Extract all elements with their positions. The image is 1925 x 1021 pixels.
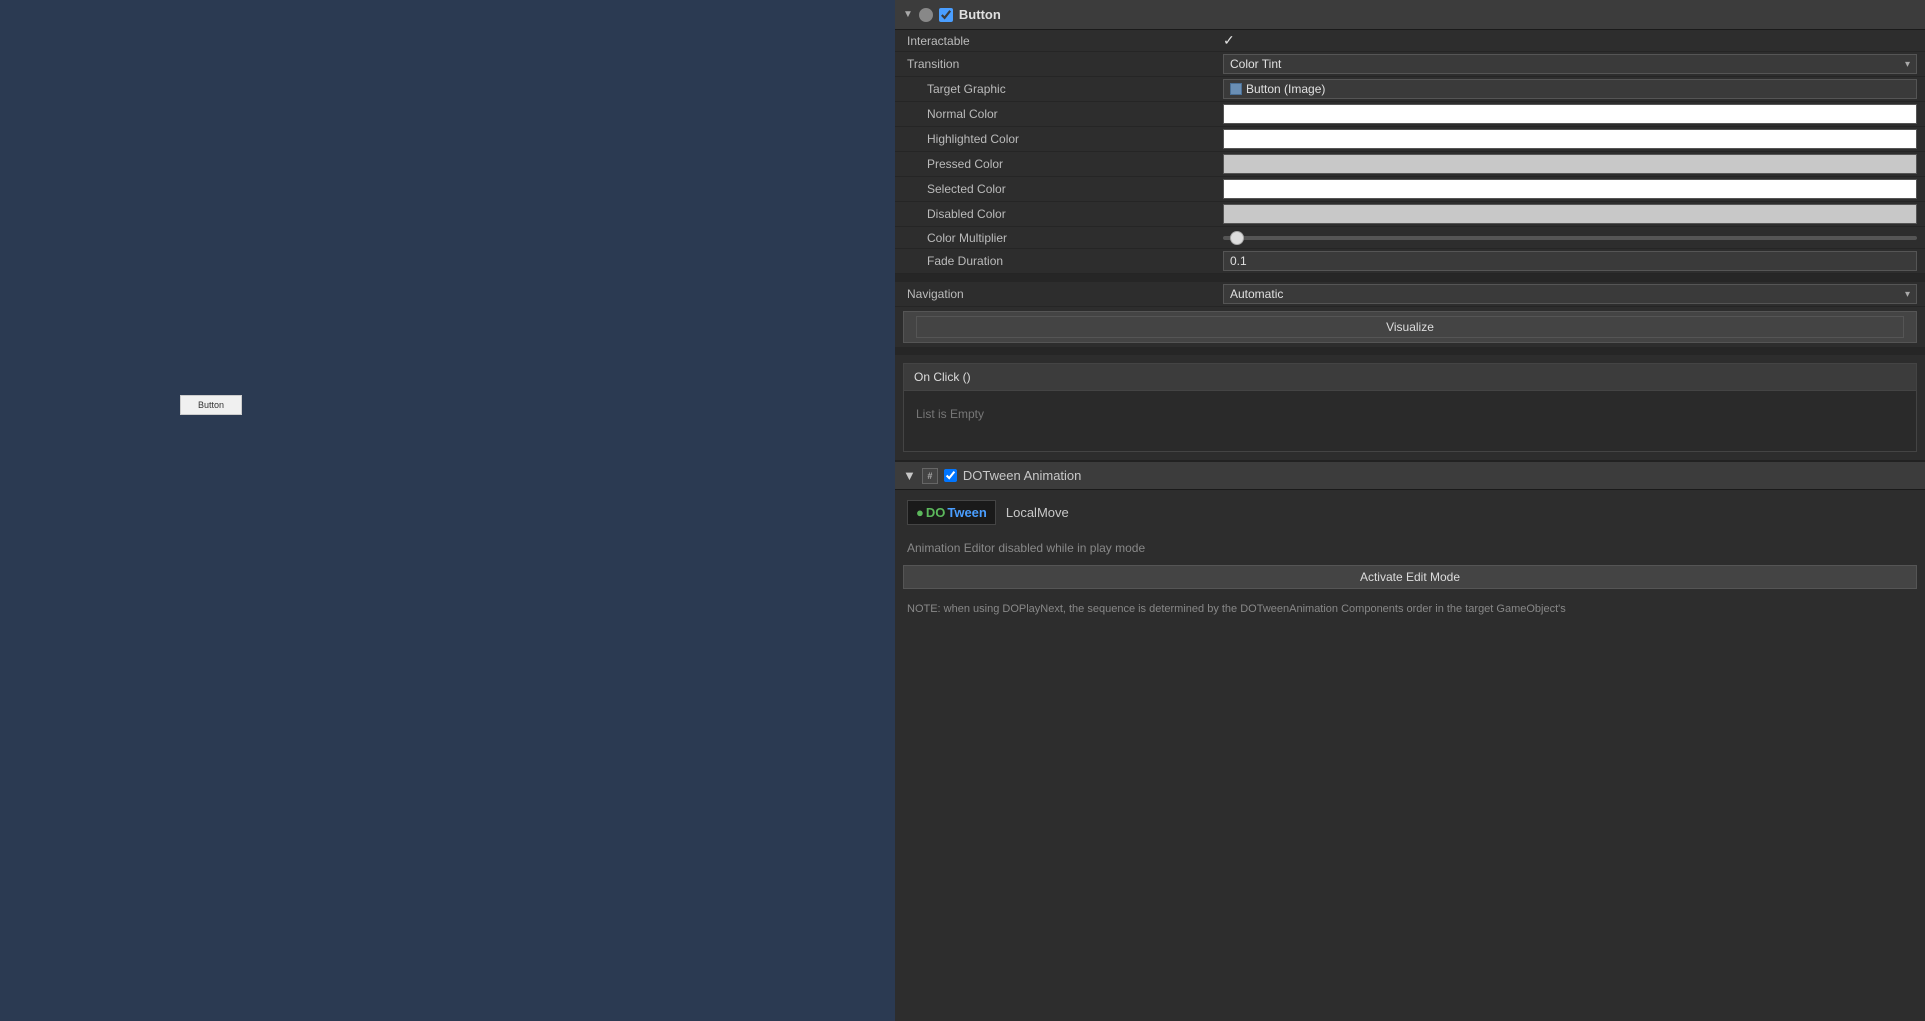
section-gap-2 (895, 347, 1925, 355)
component-radio-icon (919, 8, 933, 22)
target-graphic-value: Button (Image) (1223, 79, 1917, 99)
disabled-color-label: Disabled Color (903, 207, 1223, 221)
target-graphic-field[interactable]: Button (Image) (1223, 79, 1917, 99)
dotween-enabled-checkbox[interactable] (944, 469, 957, 482)
navigation-dropdown-text: Automatic (1230, 287, 1283, 301)
interactable-value: ✓ (1223, 32, 1917, 49)
color-multiplier-slider-container (1223, 236, 1917, 240)
pressed-color-value (1223, 154, 1917, 174)
highlighted-color-value (1223, 129, 1917, 149)
button-preview-label: Button (198, 400, 224, 410)
target-graphic-row: Target Graphic Button (Image) (895, 77, 1925, 102)
interactable-checkmark: ✓ (1223, 32, 1235, 49)
transition-value[interactable]: Color Tint (1223, 54, 1917, 74)
disabled-color-row: Disabled Color (895, 202, 1925, 227)
interactable-row: Interactable ✓ (895, 30, 1925, 52)
transition-dropdown-text: Color Tint (1230, 57, 1281, 71)
dotween-component-name: DOTween Animation (963, 468, 1082, 483)
transition-label: Transition (903, 57, 1223, 71)
dotween-component-icon: # (922, 468, 938, 484)
selected-color-row: Selected Color (895, 177, 1925, 202)
normal-color-swatch[interactable] (1223, 104, 1917, 124)
navigation-value[interactable]: Automatic (1223, 284, 1917, 304)
color-multiplier-slider-track (1223, 236, 1917, 240)
fade-duration-value: 0.1 (1223, 251, 1917, 271)
target-graphic-icon (1230, 83, 1242, 95)
color-multiplier-label: Color Multiplier (903, 231, 1223, 245)
fade-duration-row: Fade Duration 0.1 (895, 249, 1925, 274)
highlighted-color-swatch[interactable] (1223, 129, 1917, 149)
dotween-logo: ● DO Tween (907, 500, 996, 525)
note-text: NOTE: when using DOPlayNext, the sequenc… (895, 593, 1925, 626)
navigation-dropdown[interactable]: Automatic (1223, 284, 1917, 304)
onclick-empty: List is Empty (904, 391, 1916, 451)
navigation-label: Navigation (903, 287, 1223, 301)
visualize-button[interactable]: Visualize (916, 316, 1904, 338)
selected-color-label: Selected Color (903, 182, 1223, 196)
highlighted-color-label: Highlighted Color (903, 132, 1223, 146)
button-component-name: Button (959, 7, 1001, 22)
interactable-label: Interactable (903, 34, 1223, 48)
anim-disabled-text: Animation Editor disabled while in play … (895, 535, 1925, 561)
dotween-logo-row: ● DO Tween LocalMove (895, 490, 1925, 535)
fade-duration-label: Fade Duration (903, 254, 1223, 268)
fade-duration-input[interactable]: 0.1 (1223, 251, 1917, 271)
dotween-component-header: ▼ # DOTween Animation (895, 460, 1925, 490)
color-multiplier-slider-thumb[interactable] (1230, 231, 1244, 245)
activate-edit-mode-button[interactable]: Activate Edit Mode (903, 565, 1917, 589)
dotween-dot-icon: ● (916, 505, 924, 520)
button-enabled-checkbox[interactable] (939, 8, 953, 22)
target-graphic-text: Button (Image) (1246, 82, 1325, 96)
disabled-color-swatch[interactable] (1223, 204, 1917, 224)
normal-color-value (1223, 104, 1917, 124)
button-preview: Button (180, 395, 242, 415)
visualize-container: Visualize (903, 311, 1917, 343)
activate-btn-container: Activate Edit Mode (903, 565, 1917, 589)
selected-color-value (1223, 179, 1917, 199)
dotween-tween-text: Tween (947, 505, 987, 520)
button-component-header: ▼ Button (895, 0, 1925, 30)
normal-color-row: Normal Color (895, 102, 1925, 127)
dotween-local-move-label: LocalMove (1006, 505, 1069, 520)
transition-dropdown[interactable]: Color Tint (1223, 54, 1917, 74)
onclick-section: On Click () List is Empty (903, 363, 1917, 452)
transition-row: Transition Color Tint (895, 52, 1925, 77)
disabled-color-value (1223, 204, 1917, 224)
scene-view: Button (0, 0, 895, 1021)
pressed-color-row: Pressed Color (895, 152, 1925, 177)
dotween-collapse-arrow-icon[interactable]: ▼ (903, 468, 916, 483)
color-multiplier-row: Color Multiplier (895, 227, 1925, 249)
normal-color-label: Normal Color (903, 107, 1223, 121)
dotween-do-text: DO (926, 505, 946, 520)
highlighted-color-row: Highlighted Color (895, 127, 1925, 152)
collapse-arrow-icon[interactable]: ▼ (903, 9, 913, 20)
color-multiplier-value (1223, 236, 1917, 240)
onclick-header: On Click () (904, 364, 1916, 391)
section-gap-1 (895, 274, 1925, 282)
pressed-color-swatch[interactable] (1223, 154, 1917, 174)
target-graphic-label: Target Graphic (903, 82, 1223, 96)
inspector-panel: ▼ Button Interactable ✓ Transition Color… (895, 0, 1925, 1021)
pressed-color-label: Pressed Color (903, 157, 1223, 171)
selected-color-swatch[interactable] (1223, 179, 1917, 199)
navigation-row: Navigation Automatic (895, 282, 1925, 307)
